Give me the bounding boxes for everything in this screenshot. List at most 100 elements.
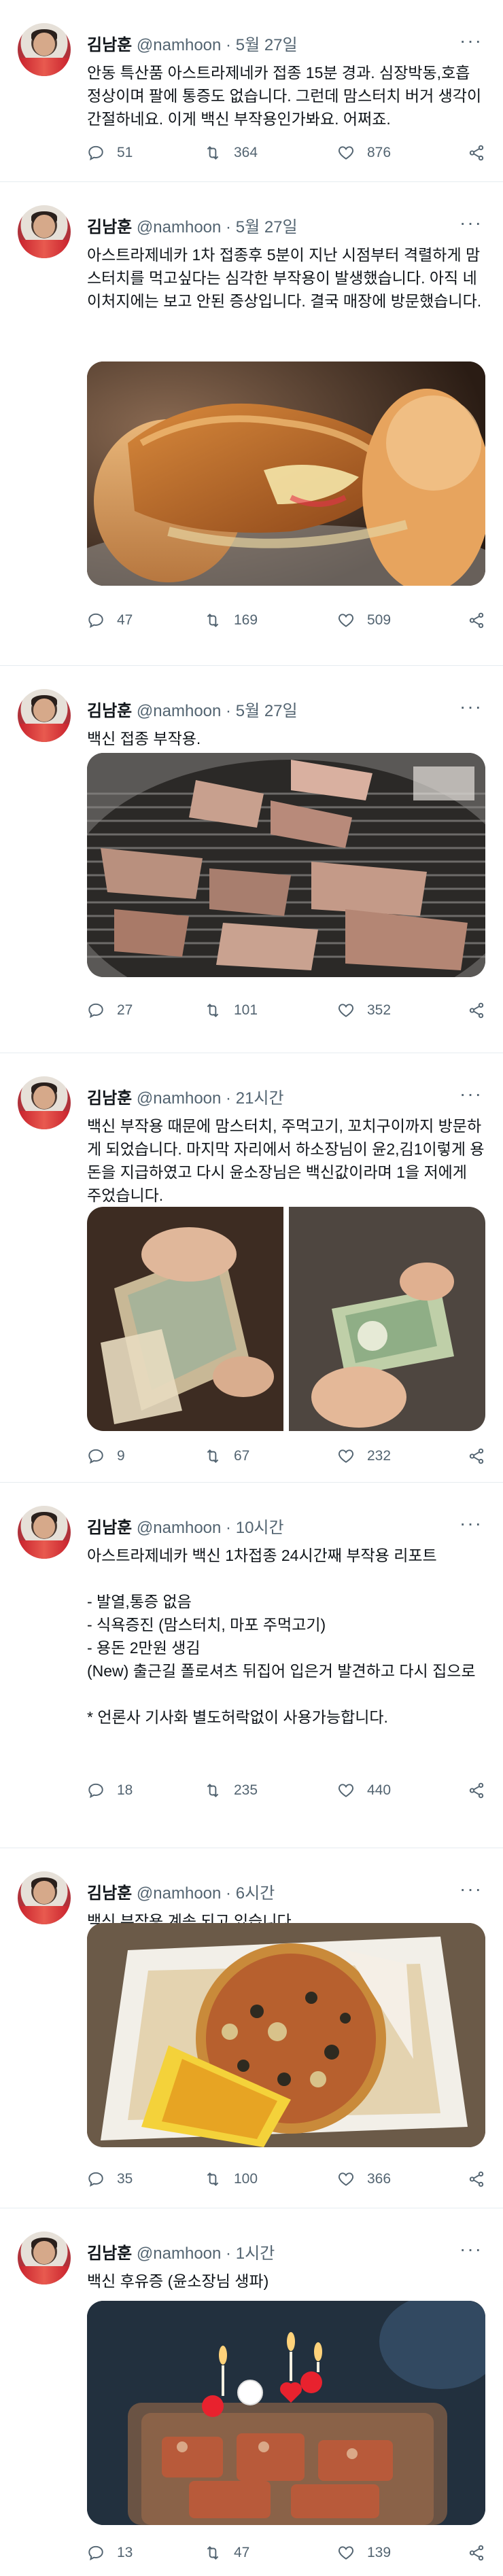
avatar[interactable] [18,2231,71,2284]
heart-icon [338,1004,354,1017]
author-handle[interactable]: @namhoon [137,1884,221,1903]
tweet-text: 백신 접종 부작용. [87,727,485,750]
pizza-photo[interactable] [87,1923,485,2147]
retweet-count: 47 [234,2545,250,2560]
like-button[interactable]: 440 [337,1782,391,1799]
share-icon [469,145,484,161]
tweet-2[interactable]: 김남훈 @namhoon · 5월 27일 ··· 아스트라제네카 1차 접종후… [0,182,503,666]
share-button[interactable] [468,144,485,162]
author-name[interactable]: 김남훈 [87,1519,132,1537]
timestamp[interactable]: 10시간 [236,1519,284,1537]
timestamp[interactable]: 5월 27일 [236,218,298,236]
like-button[interactable]: 139 [337,2544,391,2562]
retweet-button[interactable]: 100 [204,2170,258,2188]
retweet-count: 101 [234,1002,258,1018]
timestamp[interactable]: 6시간 [236,1884,275,1903]
action-bar: 35 100 366 [87,2170,485,2195]
retweet-button[interactable]: 101 [204,1002,258,1019]
retweet-button[interactable]: 364 [204,144,258,162]
timestamp[interactable]: 5월 27일 [236,36,298,54]
reply-icon [88,2545,103,2561]
retweet-button[interactable]: 235 [204,1782,258,1799]
reply-button[interactable]: 51 [87,144,133,162]
birthday-cake-photo[interactable] [87,2301,485,2525]
heart-icon [338,1449,354,1463]
tweet-text-line [87,1567,485,1590]
tweet-text-line: 아스트라제네카 1차 접종후 5분이 지난 시점부터 격렬하게 맘스터치를 먹고… [87,246,482,310]
more-icon[interactable]: ··· [459,2238,483,2260]
tweet-header: 김남훈 @namhoon · 10시간 [87,1514,284,1538]
retweet-icon [207,613,219,628]
timestamp[interactable]: 21시간 [236,1089,284,1108]
author-name[interactable]: 김남훈 [87,36,132,54]
reply-button[interactable]: 47 [87,612,133,629]
like-button[interactable]: 352 [337,1002,391,1019]
reply-button[interactable]: 27 [87,1002,133,1019]
timestamp[interactable]: 1시간 [236,2244,275,2263]
author-name[interactable]: 김남훈 [87,1884,132,1903]
tweet-1[interactable]: 김남훈 @namhoon · 5월 27일 ··· 안동 특산품 아스트라제네카… [0,0,503,182]
reply-button[interactable]: 35 [87,2170,133,2188]
timestamp[interactable]: 5월 27일 [236,702,298,720]
author-handle[interactable]: @namhoon [137,2244,221,2263]
tweet-5[interactable]: 김남훈 @namhoon · 10시간 ··· 아스트라제네카 백신 1차접종 … [0,1483,503,1848]
action-bar: 13 47 139 [87,2544,485,2569]
share-button[interactable] [468,2544,485,2562]
like-button[interactable]: 232 [337,1447,391,1465]
reply-button[interactable]: 13 [87,2544,133,2562]
more-icon[interactable]: ··· [459,212,483,234]
avatar[interactable] [18,1506,71,1559]
avatar[interactable] [18,689,71,742]
like-count: 366 [367,2171,392,2187]
separator-dot: · [226,1089,232,1108]
tweet-7[interactable]: 김남훈 @namhoon · 1시간 ··· 백신 후유증 (윤소장님 생파) [0,2208,503,2576]
share-icon [469,2545,484,2561]
author-name[interactable]: 김남훈 [87,702,132,720]
avatar[interactable] [18,205,71,258]
share-button[interactable] [468,1002,485,1019]
author-name[interactable]: 김남훈 [87,2244,132,2263]
more-icon[interactable]: ··· [459,1513,483,1534]
burger-photo[interactable] [87,361,485,586]
more-icon[interactable]: ··· [459,1878,483,1900]
like-button[interactable]: 509 [337,612,391,629]
grilled-meat-photo[interactable] [87,753,485,977]
reply-button[interactable]: 18 [87,1782,133,1799]
retweet-button[interactable]: 67 [204,1447,249,1465]
author-handle[interactable]: @namhoon [137,36,221,54]
like-button[interactable]: 876 [337,144,391,162]
author-handle[interactable]: @namhoon [137,1089,221,1108]
tweet-text: 안동 특산품 아스트라제네카 접종 15분 경과. 심장박동,호흡 정상이며 팔… [87,61,485,130]
author-handle[interactable]: @namhoon [137,218,221,236]
retweet-button[interactable]: 47 [204,2544,249,2562]
share-button[interactable] [468,1447,485,1465]
avatar[interactable] [18,23,71,76]
reply-icon [88,1783,103,1799]
share-button[interactable] [468,612,485,629]
share-button[interactable] [468,2170,485,2188]
tweet-text-line: - 발열,통증 없음 [87,1593,192,1610]
tweet-header: 김남훈 @namhoon · 21시간 [87,1084,284,1108]
author-handle[interactable]: @namhoon [137,1519,221,1537]
like-button[interactable]: 366 [337,2170,391,2188]
avatar[interactable] [18,1076,71,1129]
tweet-6[interactable]: 김남훈 @namhoon · 6시간 ··· 백신 부작용 계속 되고 있습니다… [0,1848,503,2208]
tweet-text-line: 백신 후유증 (윤소장님 생파) [87,2272,269,2290]
reply-button[interactable]: 9 [87,1447,125,1465]
tweet-3[interactable]: 김남훈 @namhoon · 5월 27일 ··· 백신 접종 부작용. 27 … [0,666,503,1053]
more-icon[interactable]: ··· [459,30,483,52]
reply-count: 35 [117,2171,133,2187]
more-icon[interactable]: ··· [459,696,483,718]
share-button[interactable] [468,1782,485,1799]
money-photos[interactable] [87,1207,485,1431]
tweet-4[interactable]: 김남훈 @namhoon · 21시간 ··· 백신 부작용 때문에 맘스터치,… [0,1053,503,1483]
like-count: 509 [367,612,392,628]
author-name[interactable]: 김남훈 [87,218,132,236]
retweet-icon [207,145,219,160]
avatar[interactable] [18,1871,71,1924]
more-icon[interactable]: ··· [459,1083,483,1105]
author-name[interactable]: 김남훈 [87,1089,132,1108]
author-handle[interactable]: @namhoon [137,702,221,720]
retweet-button[interactable]: 169 [204,612,258,629]
reply-count: 18 [117,1782,133,1798]
